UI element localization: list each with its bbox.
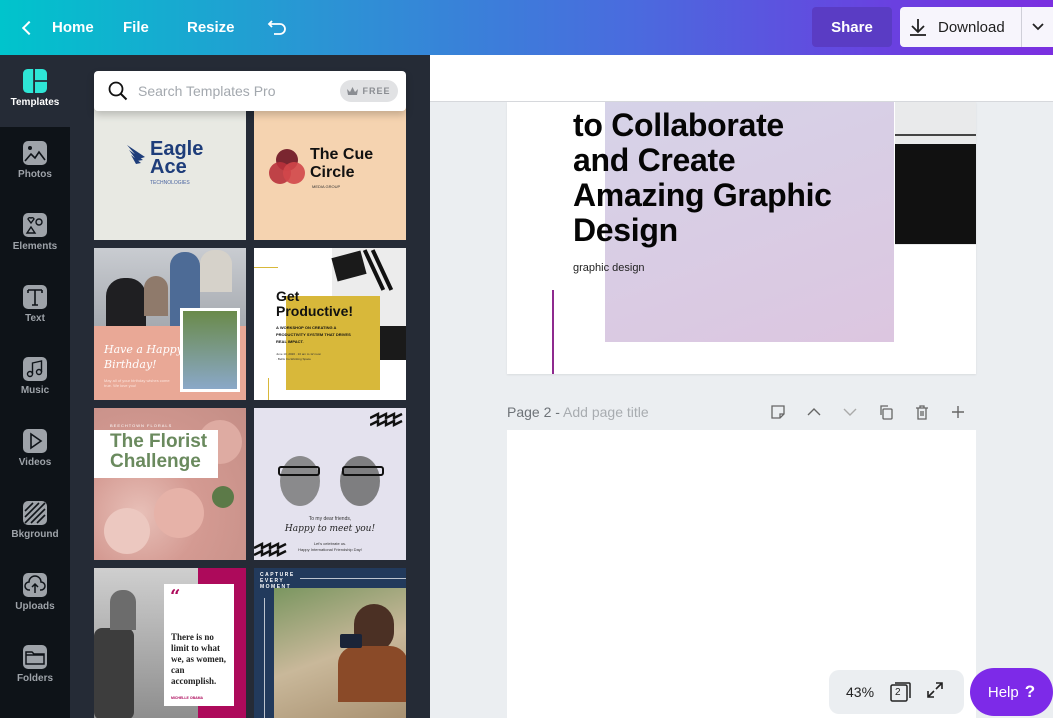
search-bar: FREE [94, 71, 406, 111]
fullscreen-button[interactable] [926, 681, 944, 703]
sidebar-item-templates[interactable]: Templates [0, 55, 70, 127]
move-page-down-button[interactable] [832, 399, 868, 425]
home-button[interactable]: Home [18, 0, 94, 55]
circles-logo-icon [269, 149, 305, 184]
sidebar-label: Folders [16, 673, 54, 684]
page-count: 2 [895, 687, 901, 698]
elements-icon [23, 213, 47, 237]
top-bar: Home File Resize Share Download [0, 0, 1053, 55]
sidebar-label: Bkground [11, 529, 59, 540]
sidebar-label: Elements [12, 241, 58, 252]
page-2-title[interactable]: Page 2 - Add page title [507, 404, 649, 420]
sidebar-label: Templates [10, 97, 60, 108]
sidebar-item-music[interactable]: Music [0, 343, 70, 415]
chevron-left-icon [21, 20, 37, 35]
sidebar-label: Text [25, 313, 45, 324]
zoom-level[interactable]: 43% [846, 684, 874, 700]
page-actions [760, 399, 976, 425]
chevron-up-icon [807, 408, 821, 416]
undo-icon [267, 19, 286, 35]
chevron-down-icon [843, 408, 857, 416]
trash-icon [916, 405, 928, 420]
sidebar-item-folders[interactable]: Folders [0, 631, 70, 703]
zoom-controls: 43% 2 [829, 670, 964, 714]
accent-line [552, 290, 554, 374]
delete-page-button[interactable] [904, 399, 940, 425]
page-2-header: Page 2 - Add page title [507, 399, 976, 425]
home-label: Home [52, 19, 94, 36]
duplicate-page-button[interactable] [868, 399, 904, 425]
background-icon [23, 501, 47, 525]
sidebar-item-videos[interactable]: Videos [0, 415, 70, 487]
free-filter-badge[interactable]: FREE [340, 80, 398, 102]
download-icon [910, 19, 926, 36]
sidebar-label: Music [20, 385, 50, 396]
template-card-happy-birthday[interactable]: Have a Happy Birthday! May all of your b… [94, 248, 246, 400]
help-button[interactable]: Help ? [970, 668, 1053, 716]
uploads-icon [23, 573, 47, 597]
sidebar-item-photos[interactable]: Photos [0, 127, 70, 199]
chevron-down-icon [1031, 23, 1044, 31]
template-card-quote[interactable]: “ There is no limit to what we, as women… [94, 568, 246, 718]
quote-mark-icon: “ [170, 586, 181, 607]
page-count-button[interactable]: 2 [890, 681, 912, 703]
template-card-get-productive[interactable]: Get Productive! A WORKSHOP ON CREATING A… [254, 248, 406, 400]
move-page-up-button[interactable] [796, 399, 832, 425]
add-page-button[interactable] [940, 399, 976, 425]
sidebar-item-elements[interactable]: Elements [0, 199, 70, 271]
page-1[interactable]: to Collaborate and Create Amazing Graphi… [507, 102, 976, 374]
sidebar-item-background[interactable]: Bkground [0, 487, 70, 559]
share-button[interactable]: Share [812, 7, 892, 47]
keyboard-photo [895, 102, 976, 245]
download-label: Download [938, 18, 1005, 36]
undo-button[interactable] [266, 0, 290, 55]
resize-button[interactable]: Resize [187, 0, 235, 55]
folders-icon [23, 645, 47, 669]
expand-icon [927, 682, 943, 698]
template-card-friendship-day[interactable]: To my dear friends, Happy to meet you! L… [254, 408, 406, 560]
search-input[interactable] [138, 83, 328, 99]
zigzag-icon [370, 412, 403, 427]
music-icon [23, 357, 47, 381]
plus-icon [952, 406, 964, 418]
copy-icon [880, 405, 893, 420]
pages-icon [890, 682, 911, 702]
download-button[interactable]: Download [900, 7, 1022, 47]
template-card-florist-challenge[interactable]: BEECHTOWN FLORALS The Florist Challenge [94, 408, 246, 560]
question-mark-icon: ? [1024, 682, 1036, 701]
templates-icon [23, 69, 47, 93]
search-icon [108, 81, 128, 101]
editor-toolbar [430, 55, 1053, 102]
download-options-button[interactable] [1021, 7, 1053, 47]
sidebar-label: Photos [18, 169, 52, 180]
template-card-capture-every-moment[interactable]: CAPTURE EVERY MOMENT [254, 568, 406, 718]
text-icon [23, 285, 47, 309]
sidebar-label: Uploads [15, 601, 55, 612]
photos-icon [23, 141, 47, 165]
sidebar-item-uploads[interactable]: Uploads [0, 559, 70, 631]
sidebar-item-text[interactable]: Text [0, 271, 70, 343]
videos-icon [23, 429, 47, 453]
wing-icon [127, 145, 145, 164]
sidebar: Templates Photos Elements Text Music Vid… [0, 55, 70, 718]
sidebar-label: Videos [18, 457, 52, 468]
templates-panel: FREE Eagle Ace TECHNOLOGIES The Cue Circ… [70, 55, 430, 718]
add-note-button[interactable] [760, 399, 796, 425]
page-headline[interactable]: to Collaborate and Create Amazing Graphi… [573, 108, 832, 248]
page-subtitle[interactable]: graphic design [573, 262, 645, 274]
canvas-area: to Collaborate and Create Amazing Graphi… [430, 55, 1053, 718]
file-menu-button[interactable]: File [123, 0, 149, 55]
crown-icon [347, 86, 359, 95]
note-icon [771, 405, 785, 419]
